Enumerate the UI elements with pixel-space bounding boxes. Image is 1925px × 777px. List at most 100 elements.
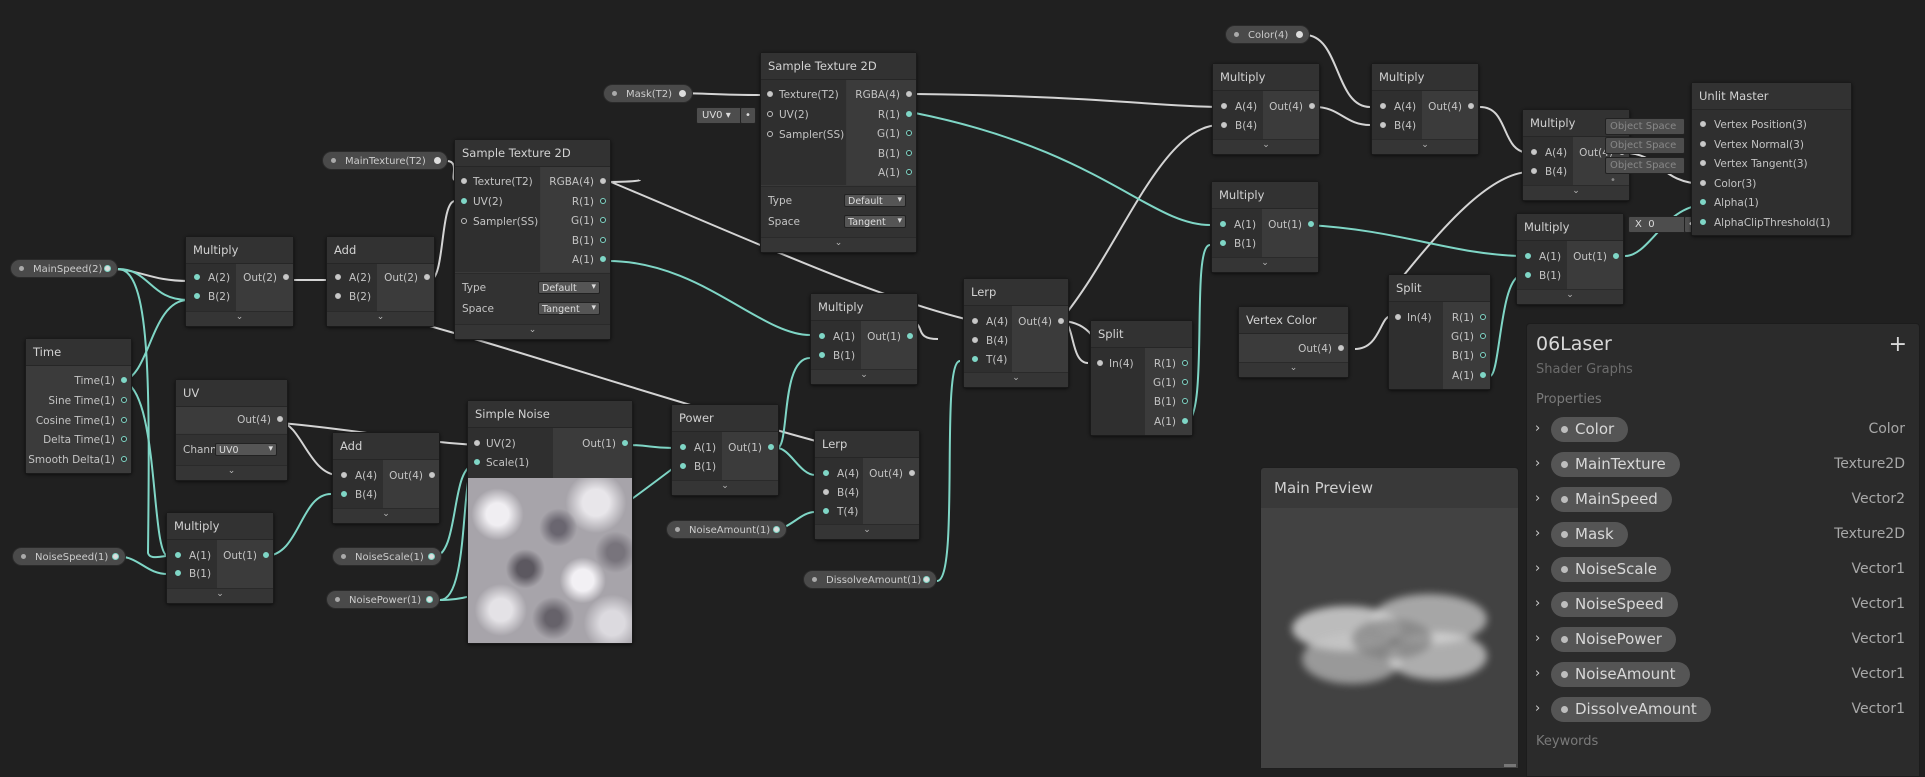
output-port[interactable]: G(1)	[877, 127, 912, 141]
input-port[interactable]: Vertex Normal(3)	[1700, 138, 1804, 152]
output-port[interactable]: B(1)	[1452, 349, 1486, 363]
multiply-node[interactable]: Multiply A(1) B(1) Out(1) ⌄	[810, 293, 918, 385]
property-node-mainspeed[interactable]: MainSpeed(2)	[10, 259, 118, 278]
collapse-chevron-icon[interactable]: ⌄	[964, 372, 1068, 387]
input-port[interactable]: Sampler(SS)	[767, 128, 844, 142]
collapse-chevron-icon[interactable]: ⌄	[327, 311, 434, 326]
collapse-chevron-icon[interactable]: ⌄	[1517, 289, 1623, 304]
multiply-node[interactable]: Multiply A(1) B(1) Out(1) ⌄	[166, 512, 274, 604]
property-row[interactable]: › NoisePower Vector1	[1527, 624, 1919, 656]
chevron-right-icon[interactable]: ›	[1535, 561, 1540, 576]
output-port[interactable]: Out(1)	[728, 441, 774, 455]
resize-handle-icon[interactable]	[1504, 764, 1516, 767]
input-port[interactable]: B(1)	[175, 567, 211, 581]
multiply-node[interactable]: Multiply A(4) B(4) Out(4) ⌄	[1371, 63, 1479, 155]
output-port[interactable]: Out(1)	[582, 437, 628, 451]
space-dropdown[interactable]: Tangent	[844, 215, 906, 228]
output-port[interactable]: G(1)	[571, 214, 606, 228]
chevron-right-icon[interactable]: ›	[1535, 631, 1540, 646]
property-row[interactable]: › Mask Texture2D	[1527, 519, 1919, 551]
output-port[interactable]: Out(4)	[389, 469, 435, 483]
output-port[interactable]: Out(4)	[237, 413, 283, 427]
sample-texture-2d-node[interactable]: Sample Texture 2D Texture(T2) UV(2) Samp…	[454, 139, 611, 340]
property-name[interactable]: NoiseAmount	[1551, 662, 1690, 687]
property-row[interactable]: › MainSpeed Vector2	[1527, 484, 1919, 516]
multiply-node[interactable]: Multiply A(4) B(4) Out(4) ⌄	[1212, 63, 1320, 155]
blackboard-panel[interactable]: 06Laser Shader Graphs + Properties › Col…	[1526, 323, 1920, 777]
collapse-chevron-icon[interactable]: ⌄	[1372, 139, 1478, 154]
collapse-chevron-icon[interactable]: ⌄	[455, 324, 610, 339]
input-port[interactable]: A(4)	[972, 315, 1008, 329]
property-row[interactable]: › NoiseAmount Vector1	[1527, 659, 1919, 691]
chevron-right-icon[interactable]: ›	[1535, 456, 1540, 471]
property-node-noisescale[interactable]: NoiseScale(1)	[332, 547, 442, 566]
input-port[interactable]: A(1)	[819, 330, 855, 344]
output-port[interactable]: Out(1)	[1573, 250, 1619, 264]
property-node-noiseamount[interactable]: NoiseAmount(1)	[666, 520, 787, 539]
output-port[interactable]: Out(4)	[1298, 342, 1344, 356]
input-port[interactable]: B(2)	[335, 290, 371, 304]
input-port[interactable]: Texture(T2)	[767, 88, 839, 102]
output-port[interactable]: Cosine Time(1)	[36, 414, 127, 428]
collapse-chevron-icon[interactable]: ⌄	[186, 311, 293, 326]
input-port[interactable]: A(1)	[1220, 218, 1256, 232]
input-port[interactable]: Alpha(1)	[1700, 196, 1759, 210]
property-name[interactable]: NoisePower	[1551, 627, 1676, 652]
collapse-chevron-icon[interactable]: ⌄	[176, 465, 287, 480]
vertex-color-node[interactable]: Vertex Color Out(4) ⌄	[1238, 306, 1349, 378]
property-name[interactable]: NoiseSpeed	[1551, 592, 1678, 617]
main-preview-viewport[interactable]	[1261, 508, 1518, 768]
input-port[interactable]: B(1)	[1525, 269, 1561, 283]
input-port[interactable]: A(4)	[341, 469, 377, 483]
output-port[interactable]: R(1)	[1452, 311, 1486, 325]
input-port[interactable]: A(2)	[335, 271, 371, 285]
multiply-node[interactable]: Multiply A(2) B(2) Out(2) ⌄	[185, 236, 294, 327]
property-row[interactable]: › Color Color	[1527, 414, 1919, 446]
output-port[interactable]: Out(4)	[1428, 100, 1474, 114]
output-port[interactable]: R(1)	[878, 108, 912, 122]
input-port[interactable]: B(1)	[1220, 237, 1256, 251]
input-port[interactable]: UV(2)	[474, 437, 516, 451]
type-dropdown[interactable]: Default	[844, 194, 906, 207]
property-node-color[interactable]: Color(4)	[1225, 25, 1310, 44]
input-port[interactable]: B(4)	[1380, 119, 1416, 133]
add-property-button[interactable]: +	[1889, 332, 1907, 357]
property-node-dissolveamount[interactable]: DissolveAmount(1)	[803, 570, 937, 589]
uv-connector[interactable]: •	[740, 107, 756, 124]
input-port[interactable]: Color(3)	[1700, 177, 1756, 191]
collapse-chevron-icon[interactable]: ⌄	[1212, 257, 1318, 272]
collapse-chevron-icon[interactable]: ⌄	[815, 524, 919, 539]
property-node-maintexture[interactable]: MainTexture(T2)	[322, 151, 448, 170]
space-tag[interactable]: Object Space •	[1605, 118, 1685, 147]
property-name[interactable]: Mask	[1551, 522, 1628, 547]
property-name[interactable]: Color	[1551, 417, 1629, 442]
input-port[interactable]: A(1)	[1525, 250, 1561, 264]
chevron-right-icon[interactable]: ›	[1535, 491, 1540, 506]
output-port[interactable]: Out(4)	[869, 467, 915, 481]
input-port[interactable]: Sampler(SS)	[461, 215, 538, 229]
output-port[interactable]: Sine Time(1)	[48, 394, 127, 408]
output-port[interactable]: Smooth Delta(1)	[28, 453, 127, 467]
property-name[interactable]: MainTexture	[1551, 452, 1680, 477]
chevron-right-icon[interactable]: ›	[1535, 701, 1540, 716]
output-port[interactable]: Time(1)	[74, 374, 127, 388]
input-port[interactable]: A(2)	[194, 271, 230, 285]
input-port[interactable]: UV(2)	[461, 195, 503, 209]
output-port[interactable]: Out(4)	[1018, 315, 1064, 329]
property-node-noisespeed[interactable]: NoiseSpeed(1)	[12, 547, 126, 566]
property-row[interactable]: › DissolveAmount Vector1	[1527, 694, 1919, 726]
output-port[interactable]: A(1)	[878, 166, 912, 180]
type-dropdown[interactable]: Default	[538, 281, 600, 294]
chevron-right-icon[interactable]: ›	[1535, 526, 1540, 541]
input-port[interactable]: T(4)	[823, 505, 858, 519]
collapse-chevron-icon[interactable]: ⌄	[333, 508, 439, 523]
property-node-noisepower[interactable]: NoisePower(1)	[326, 590, 440, 609]
input-port[interactable]: Vertex Tangent(3)	[1700, 157, 1808, 171]
uv-node[interactable]: UV Out(4) ChanneUV0 ⌄	[175, 379, 288, 481]
collapse-chevron-icon[interactable]: ⌄	[1239, 362, 1348, 377]
split-node[interactable]: Split In(4) R(1) G(1) B(1) A(1)	[1388, 274, 1491, 390]
output-port[interactable]: Out(2)	[243, 271, 289, 285]
output-port[interactable]: Out(1)	[223, 549, 269, 563]
lerp-node[interactable]: Lerp A(4) B(4) T(4) Out(4) ⌄	[963, 278, 1069, 388]
property-name[interactable]: DissolveAmount	[1551, 697, 1711, 722]
